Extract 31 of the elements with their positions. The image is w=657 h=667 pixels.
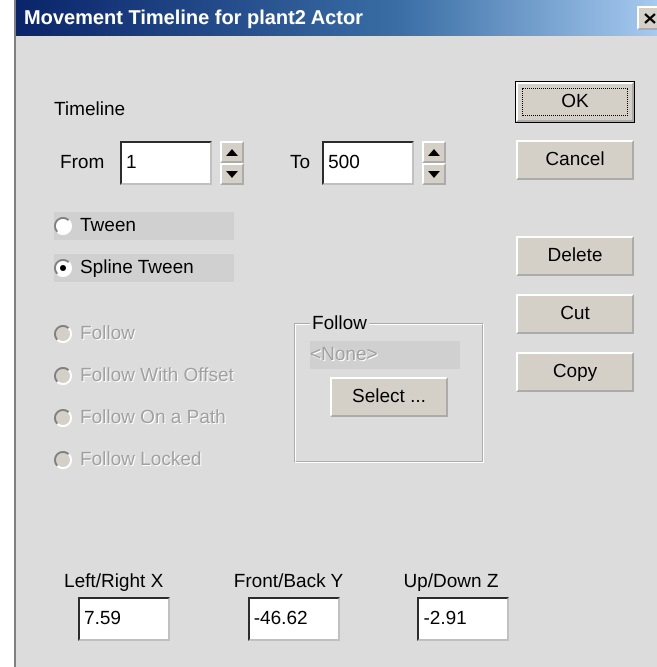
window-title: Movement Timeline for plant2 Actor (24, 6, 363, 30)
group-title: Follow (311, 313, 368, 335)
spin-up-button[interactable] (422, 141, 446, 163)
down-triangle-icon (428, 170, 440, 178)
up-triangle-icon (226, 148, 238, 156)
dialog-button[interactable]: Copy (516, 352, 634, 392)
to-field[interactable]: 500 (322, 141, 414, 185)
up-triangle-icon (428, 148, 440, 156)
close-button[interactable] (637, 6, 657, 30)
radio-option[interactable]: Tween (54, 212, 234, 240)
coordinate-field[interactable]: -46.62 (248, 597, 340, 641)
dialog-button[interactable]: Cut (516, 294, 634, 334)
spin-up-button[interactable] (220, 141, 244, 163)
to-label: To (290, 152, 310, 174)
down-triangle-icon (226, 170, 238, 178)
spin-down-button[interactable] (220, 163, 244, 185)
coordinate-label: Left/Right X (64, 571, 164, 593)
from-field[interactable]: 1 (120, 141, 212, 185)
coordinate-field[interactable]: -2.91 (417, 597, 510, 641)
coordinate-label: Up/Down Z (403, 571, 498, 593)
from-label: From (60, 152, 106, 174)
dialog-button[interactable]: OK (516, 82, 634, 122)
select-button[interactable]: Select ... (330, 377, 448, 417)
coordinate-label: Front/Back Y (234, 571, 344, 593)
dialog-button[interactable]: Cancel (516, 140, 634, 180)
dialog-button[interactable]: Delete (516, 236, 634, 276)
radio-option[interactable]: Spline Tween (54, 254, 234, 282)
spin-down-button[interactable] (422, 163, 446, 185)
timeline-label: Timeline (54, 99, 126, 121)
coordinate-field[interactable]: 7.59 (78, 597, 170, 641)
close-icon (644, 12, 656, 24)
